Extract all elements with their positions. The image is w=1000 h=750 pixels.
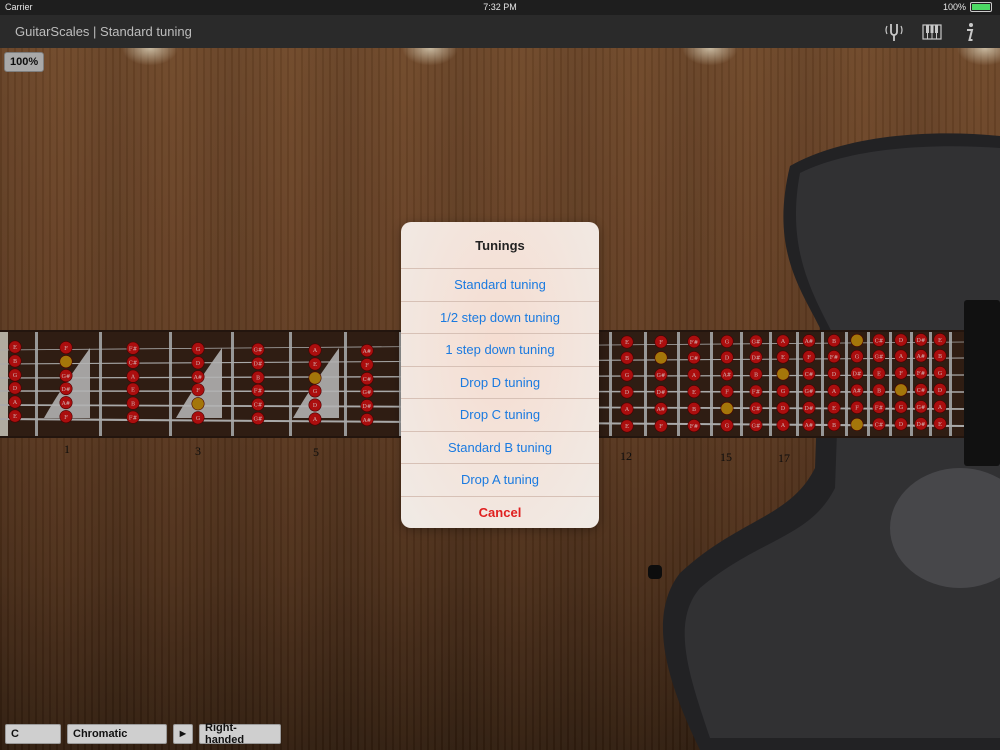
tunings-action-sheet: Tunings Standard tuning 1/2 step down tu… <box>401 222 599 528</box>
play-button[interactable]: ► <box>173 724 193 744</box>
nav-bar: GuitarScales | Standard tuning <box>0 15 1000 49</box>
sheet-title: Tunings <box>401 222 599 269</box>
option-one-step-down-tuning[interactable]: 1 step down tuning <box>401 334 599 367</box>
option-drop-c-tuning[interactable]: Drop C tuning <box>401 399 599 432</box>
page-title: GuitarScales | Standard tuning <box>15 24 192 39</box>
key-selector[interactable]: C <box>5 724 61 744</box>
scale-selector[interactable]: Chromatic <box>67 724 167 744</box>
battery-icon <box>970 2 992 12</box>
clock: 7:32 PM <box>483 2 517 12</box>
battery-percent: 100% <box>942 2 966 12</box>
info-icon[interactable] <box>958 21 982 43</box>
option-half-step-down-tuning[interactable]: 1/2 step down tuning <box>401 302 599 334</box>
fretboard-stage: E B G D A E F G# D# A# F F# C# A E B F# G D A# F G G# D# B F# C# G#… <box>0 48 1000 750</box>
status-bar: Carrier 7:32 PM 100% <box>0 0 1000 15</box>
option-drop-d-tuning[interactable]: Drop D tuning <box>401 367 599 399</box>
battery-indicator: 100% <box>943 2 992 12</box>
bottom-toolbar: C Chromatic ► Right-handed <box>0 718 1000 750</box>
option-standard-b-tuning[interactable]: Standard B tuning <box>401 432 599 464</box>
piano-keys-icon[interactable] <box>920 21 944 43</box>
tuning-fork-icon[interactable] <box>882 21 906 43</box>
handedness-selector[interactable]: Right-handed <box>199 722 281 746</box>
option-drop-a-tuning[interactable]: Drop A tuning <box>401 464 599 497</box>
option-standard-tuning[interactable]: Standard tuning <box>401 269 599 302</box>
cancel-button[interactable]: Cancel <box>401 497 599 529</box>
